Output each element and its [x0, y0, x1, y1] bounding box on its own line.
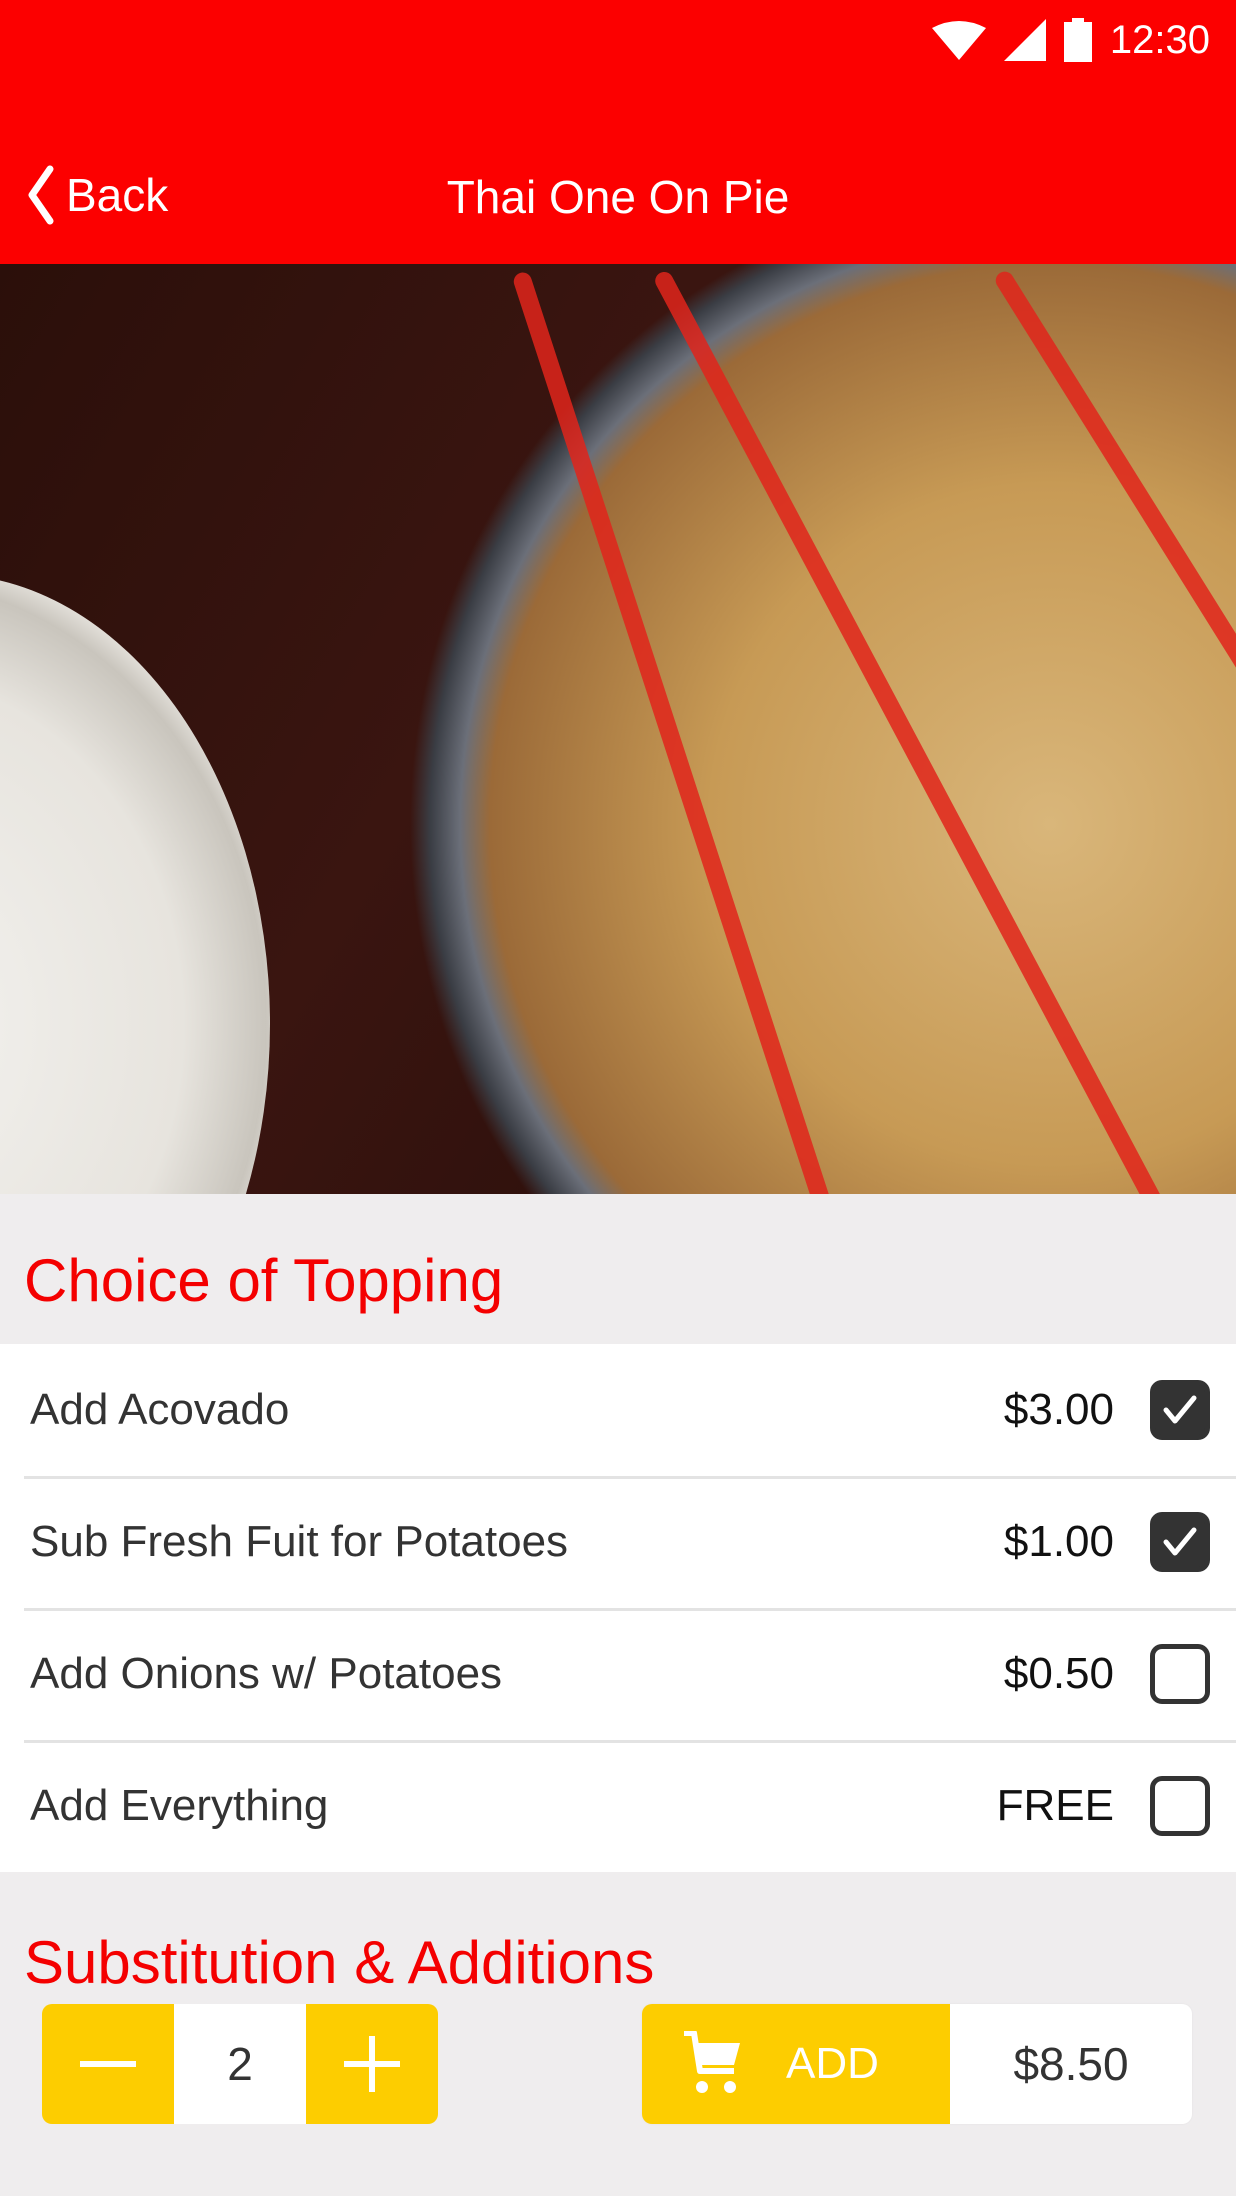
option-checkbox[interactable] [1150, 1380, 1210, 1440]
add-label: ADD [786, 2039, 879, 2088]
topping-options-list: Add Acovado $3.00 Sub Fresh Fuit for Pot… [0, 1344, 1236, 1872]
plate-graphic [0, 574, 270, 1194]
plus-icon [344, 2036, 400, 2092]
option-label: Add Onions w/ Potatoes [30, 1649, 503, 1698]
page-title: Thai One On Pie [0, 170, 1236, 224]
status-bar: 12:30 [931, 0, 1236, 80]
sauce-drizzle [992, 268, 1236, 957]
section-title: Substitution & Additions [24, 1929, 655, 1984]
add-to-cart-button[interactable]: ADD [642, 2004, 950, 2124]
increment-button[interactable] [306, 2004, 438, 2124]
sauce-drizzle [511, 270, 869, 1194]
add-to-cart-bar: ADD $8.50 [642, 2004, 1192, 2124]
option-price: $0.50 [1003, 1649, 1114, 1698]
section-title: Choice of Topping [24, 1247, 504, 1314]
decrement-button[interactable] [42, 2004, 174, 2124]
battery-icon [1063, 18, 1092, 62]
option-price: FREE [996, 1781, 1114, 1830]
checkmark-icon [1163, 1395, 1197, 1424]
cellular-signal-icon [1003, 19, 1046, 61]
shopping-cart-icon [684, 2031, 740, 2093]
status-time: 12:30 [1109, 17, 1210, 62]
option-label: Add Acovado [30, 1385, 290, 1434]
hero-image [0, 264, 1236, 1194]
option-row[interactable]: Sub Fresh Fuit for Potatoes $1.00 [0, 1476, 1236, 1608]
wifi-icon [931, 21, 986, 60]
option-price: $1.00 [1003, 1517, 1114, 1566]
checkmark-icon [1163, 1527, 1197, 1556]
option-row[interactable]: Add Everything FREE [0, 1740, 1236, 1872]
minus-icon [80, 2061, 136, 2067]
option-checkbox[interactable] [1150, 1644, 1210, 1704]
option-row[interactable]: Add Acovado $3.00 [0, 1344, 1236, 1476]
section-header-topping: Choice of Topping [0, 1194, 1236, 1344]
option-price: $3.00 [1003, 1385, 1114, 1434]
quantity-value[interactable]: 2 [174, 2004, 306, 2124]
option-checkbox[interactable] [1150, 1512, 1210, 1572]
quantity-stepper: 2 [42, 2004, 438, 2124]
option-label: Sub Fresh Fuit for Potatoes [30, 1517, 569, 1566]
option-row[interactable]: Add Onions w/ Potatoes $0.50 [0, 1608, 1236, 1740]
option-checkbox[interactable] [1150, 1776, 1210, 1836]
page-title-text: Thai One On Pie [446, 171, 790, 223]
option-label: Add Everything [30, 1781, 329, 1830]
total-price: $8.50 [950, 2004, 1192, 2124]
sauce-drizzle [652, 268, 1185, 1194]
app-header: 12:30 Back Thai One On Pie [0, 0, 1236, 264]
